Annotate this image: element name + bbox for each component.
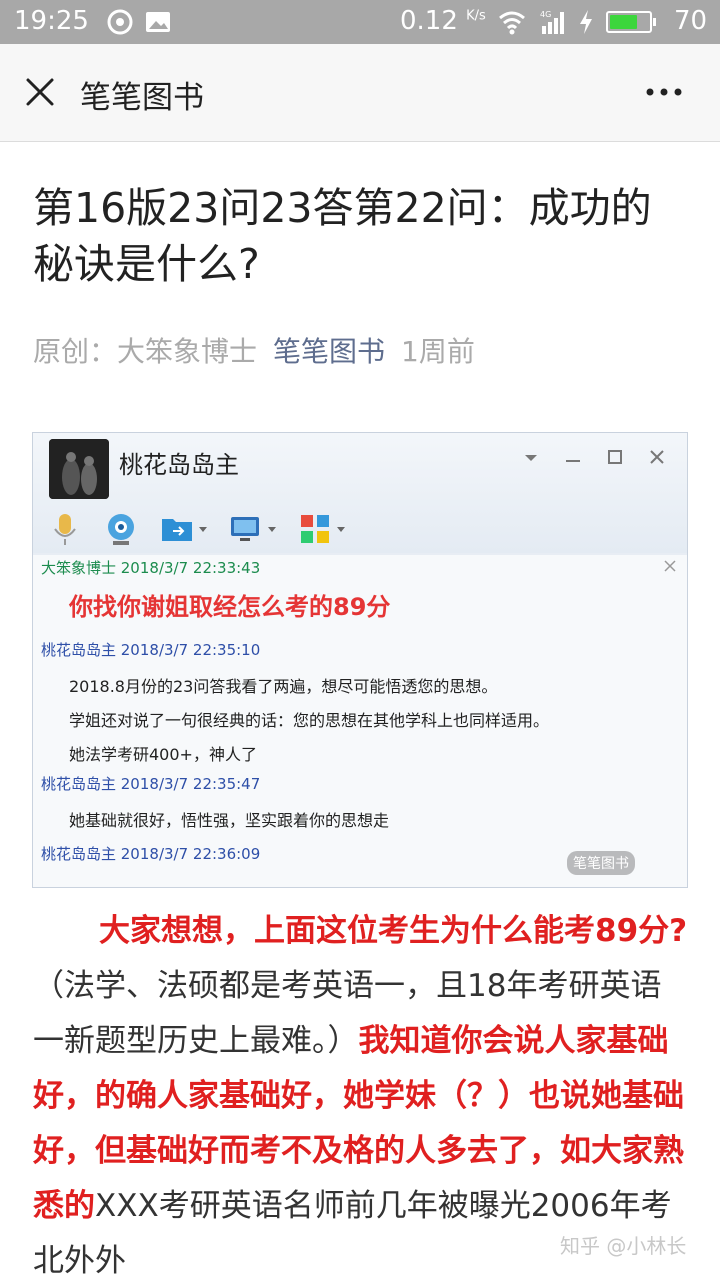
account-link[interactable]: 笔笔图书: [273, 335, 385, 368]
battery-icon: [606, 11, 656, 33]
microphone-icon: [54, 514, 76, 545]
chat-history: 大笨象博士 2018/3/7 22:33:43 你找你谢姐取经怎么考的89分 桃…: [33, 555, 687, 887]
article-image[interactable]: 桃花岛岛主 大笨象博士 2018/3/7 22:33:43 你找你谢姐取经怎么考…: [32, 432, 688, 888]
caret-down-icon: [268, 527, 276, 532]
screen-share-icon: [231, 517, 259, 541]
penguin-avatar-icon: [49, 439, 109, 499]
apps-icon: [301, 515, 329, 543]
message-header: 大笨象博士 2018/3/7 22:33:43: [41, 559, 261, 577]
more-icon[interactable]: [644, 76, 684, 108]
collapse-icon: [664, 560, 676, 572]
caret-down-icon: [337, 527, 345, 532]
signal-icon: 4G: [540, 10, 564, 34]
wifi-icon: [499, 11, 525, 35]
message-text: 你找你谢姐取经怎么考的89分: [69, 593, 391, 621]
message-header: 桃花岛岛主 2018/3/7 22:35:10: [41, 641, 261, 659]
battery-percent: 70: [674, 6, 708, 36]
app-notification-icon: [107, 9, 133, 35]
minimize-icon: [566, 460, 580, 462]
charging-icon: [580, 10, 592, 34]
message-text: 她法学考研400+，神人了: [69, 745, 257, 764]
network-type-label: 4G: [540, 10, 551, 19]
article-title: 第16版23问23答第22问：成功的秘诀是什么?: [33, 184, 652, 288]
battery-fill: [610, 15, 637, 29]
status-time: 19:25: [14, 6, 89, 36]
nav-title: 笔笔图书: [80, 80, 204, 116]
status-bar: 19:25 0.12 K/s 4G 70: [0, 0, 720, 44]
image-notification-icon: [146, 12, 170, 32]
author-label: 原创：大笨象博士: [33, 335, 258, 368]
message-text: 学姐还对说了一句很经典的话：您的思想在其他学科上也同样适用。: [69, 711, 550, 730]
window-close-icon: [650, 450, 664, 464]
file-transfer-icon: [162, 519, 192, 541]
nav-bar: 笔笔图书: [0, 44, 720, 142]
emphasis-text: 大家想想，上面这位考生为什么能考89分?: [99, 913, 688, 949]
chat-window-header: 桃花岛岛主: [33, 433, 687, 553]
avatar: [49, 439, 109, 499]
article-paragraph: 大家想想，上面这位考生为什么能考89分?（法学、法硕都是考英语一，且18年考研英…: [33, 904, 689, 1280]
message-text: 她基础就很好，悟性强，坚实跟着你的思想走: [69, 811, 390, 830]
zhihu-watermark: 知乎 @小林长: [560, 1234, 687, 1258]
message-text: 2018.8月份的23问答我看了两遍，想尽可能悟透您的思想。: [69, 677, 498, 696]
publish-time: 1周前: [401, 335, 475, 368]
network-speed: 0.12 K/s: [400, 6, 486, 36]
chat-contact-name: 桃花岛岛主: [119, 451, 239, 479]
caret-down-icon: [199, 527, 207, 532]
article-meta: 原创：大笨象博士 笔笔图书 1周前: [33, 330, 475, 370]
image-watermark: 笔笔图书: [567, 851, 635, 875]
close-icon[interactable]: [24, 76, 56, 108]
maximize-icon: [608, 450, 622, 464]
message-header: 桃花岛岛主 2018/3/7 22:35:47: [41, 775, 261, 793]
camera-icon: [108, 514, 134, 545]
message-header: 桃花岛岛主 2018/3/7 22:36:09: [41, 845, 261, 863]
dropdown-icon: [525, 455, 537, 461]
